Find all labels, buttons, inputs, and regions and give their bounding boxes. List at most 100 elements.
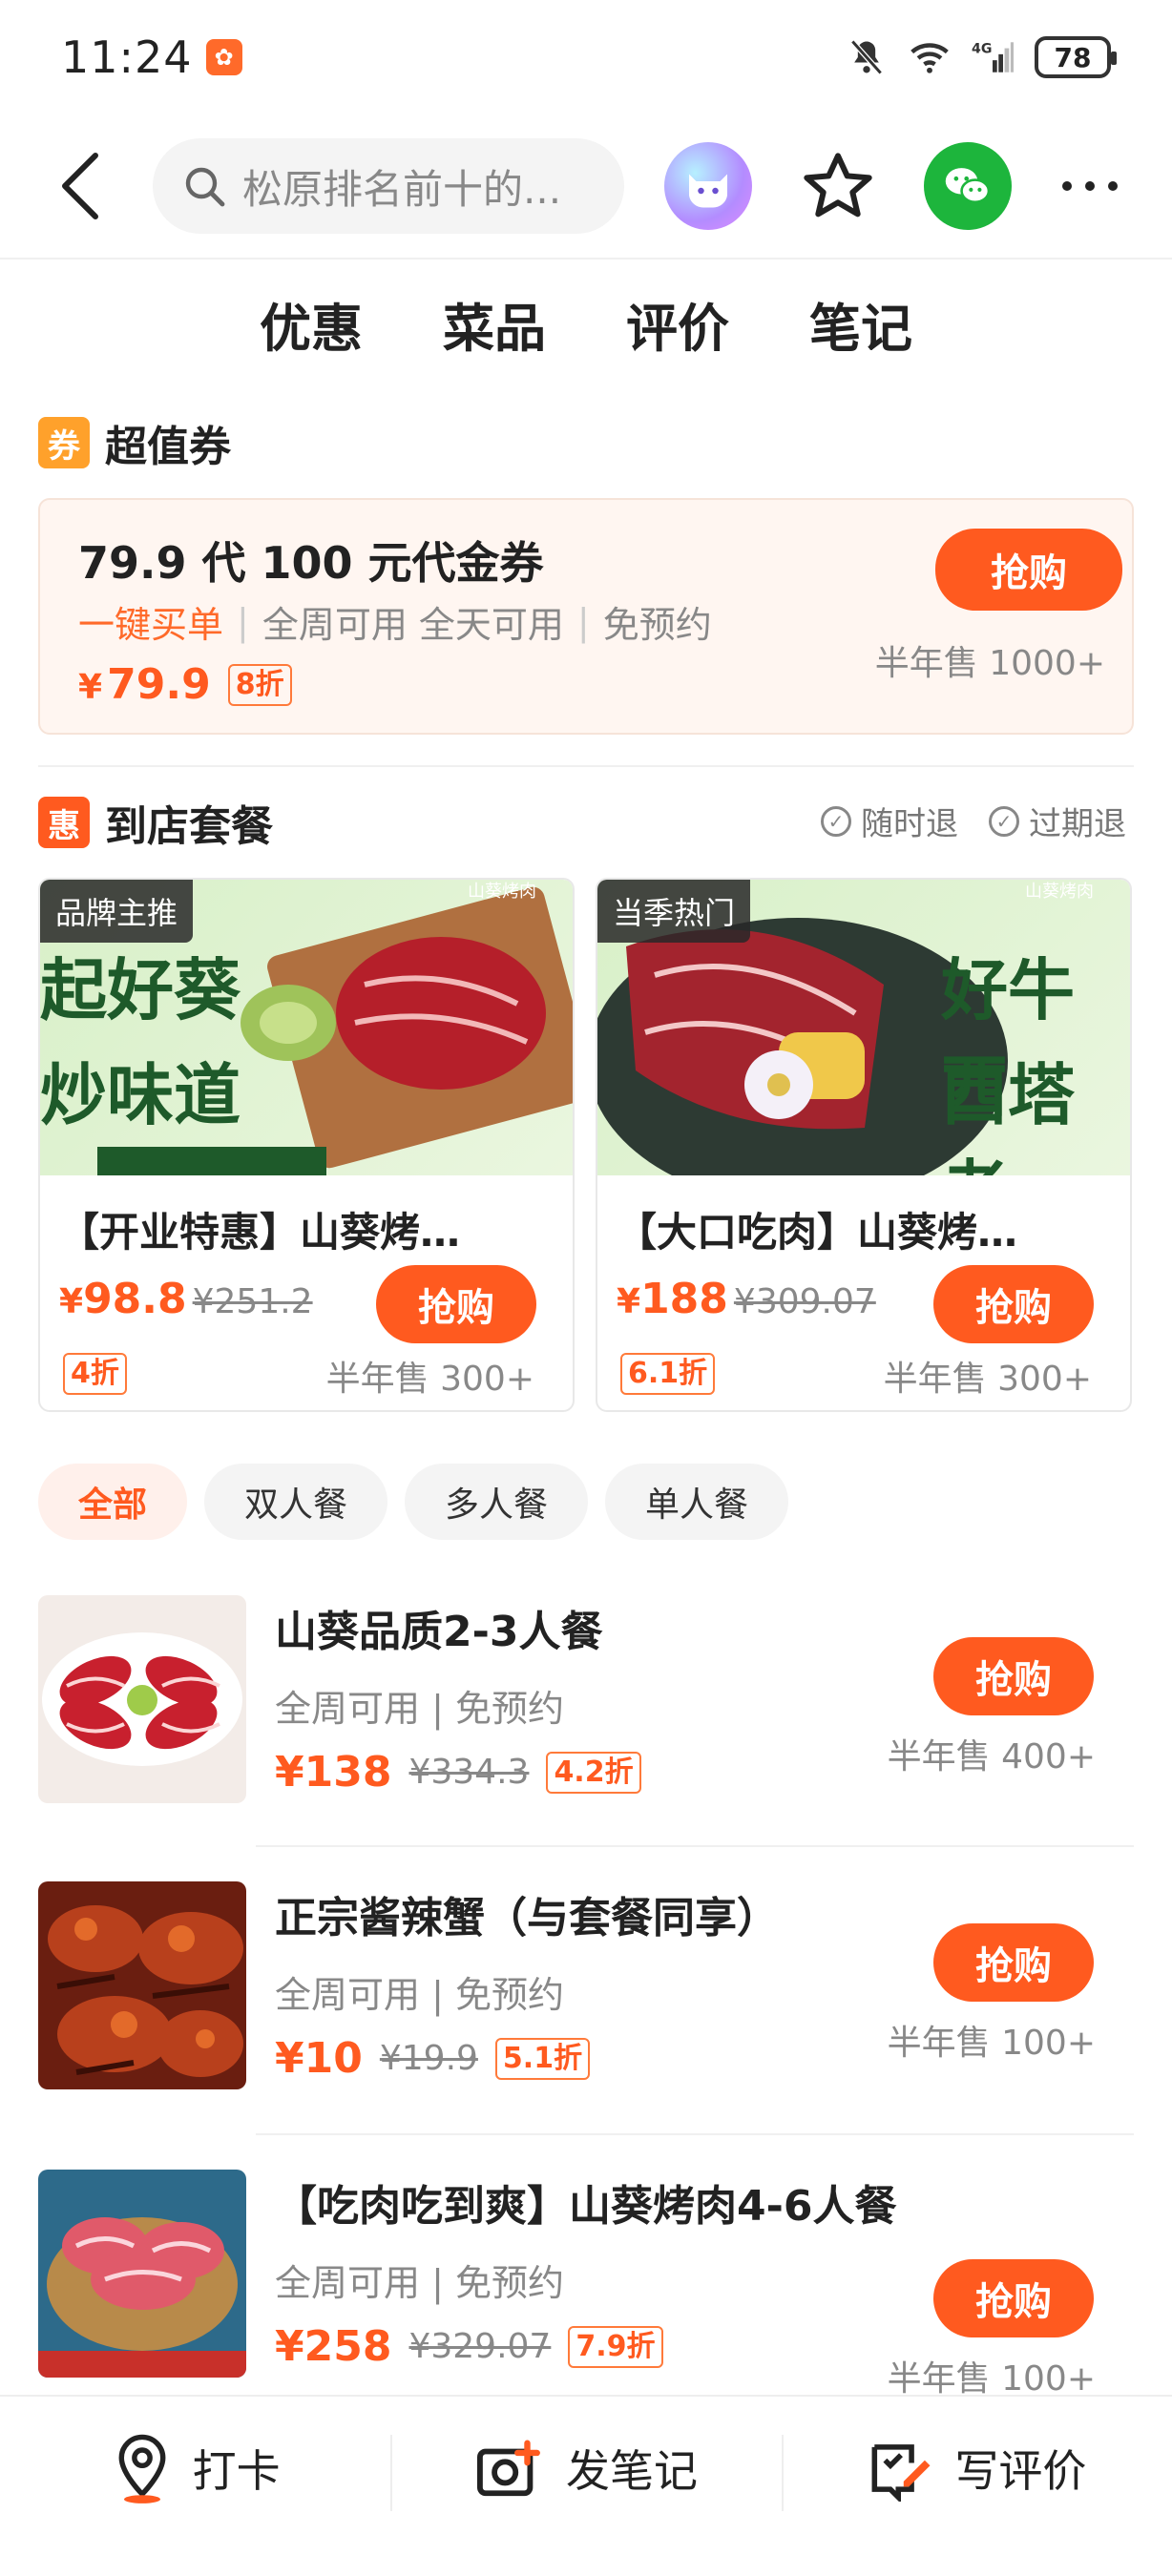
nav-actions: [664, 142, 1120, 230]
package-card[interactable]: 山葵烤肉 好牛西 西塔老 当季热门 【大口吃肉】山葵烤… ¥ 188 ¥309.…: [596, 878, 1132, 1412]
item-buy-button[interactable]: 抢购: [933, 2259, 1094, 2337]
voucher-price-value: 79.9: [107, 660, 211, 709]
tab-notes[interactable]: 笔记: [806, 286, 916, 372]
discount-badge: 6.1折: [620, 1353, 716, 1395]
package-price-value: 98.8: [83, 1275, 187, 1323]
voucher-price: ¥ 79.9 8折: [78, 660, 292, 709]
currency-symbol: ¥: [617, 1282, 641, 1321]
checkin-button[interactable]: 打卡: [0, 2397, 390, 2540]
status-time: 11:24: [61, 31, 193, 83]
item-buy-button[interactable]: 抢购: [933, 1923, 1094, 2002]
original-price: ¥334.3: [408, 1753, 530, 1792]
currency-symbol: ¥: [59, 1282, 84, 1321]
nav-divider: [0, 258, 1172, 260]
package-section-header: 惠 到店套餐: [38, 792, 273, 853]
voucher-card[interactable]: 79.9 代 100 元代金券 一键买单 | 全周可用 全天可用 | 免预约 ¥…: [38, 498, 1134, 735]
section-tabs: 优惠 菜品 评价 笔记: [0, 286, 1172, 372]
cat-mascot-icon: [689, 174, 727, 208]
item-divider: [256, 2133, 1134, 2135]
one-click-pay-tag: 一键买单: [78, 604, 224, 646]
list-item[interactable]: 正宗酱辣蟹（与套餐同享） 全周可用 | 免预约 ¥10 ¥19.9 5.1折 抢…: [38, 1881, 1134, 2091]
item-price-value: ¥138: [275, 1748, 392, 1797]
filter-all[interactable]: 全部: [38, 1464, 188, 1540]
signal-icon: 4G: [972, 41, 1014, 73]
status-icons: 4G 78: [846, 36, 1117, 78]
refund-expired: ✓ 过期退: [989, 798, 1126, 844]
beef-slices-image: [38, 1595, 246, 1803]
mute-bell-icon: [850, 39, 883, 75]
no-reservation-tag: 免预约: [602, 604, 712, 646]
item-availability: 全周可用 | 免预约: [275, 1688, 564, 1730]
search-input[interactable]: 松原排名前十的...: [153, 138, 624, 234]
item-thumbnail: [38, 1595, 246, 1803]
original-price: ¥19.9: [379, 2039, 478, 2078]
item-availability: 全周可用 | 免预约: [275, 1974, 564, 2016]
item-availability: 全周可用 | 免预约: [275, 2262, 564, 2304]
package-name: 【大口吃肉】山葵烤…: [617, 1209, 1018, 1256]
tab-reviews[interactable]: 评价: [622, 286, 733, 372]
image-slogan-2: 西塔老: [941, 1056, 1075, 1175]
post-note-button[interactable]: 发笔记: [390, 2397, 781, 2540]
seasonal-hot-label: 当季热门: [597, 880, 751, 943]
voucher-tag-icon: 券: [38, 417, 90, 468]
package-image: 山葵烤肉 好牛西 西塔老 当季热门: [597, 880, 1130, 1175]
filter-multi-person[interactable]: 多人餐: [405, 1464, 589, 1540]
checkin-label: 打卡: [192, 2445, 281, 2497]
discount-badge: 5.1折: [494, 2037, 591, 2080]
package-price: ¥ 98.8 ¥251.2: [59, 1275, 313, 1323]
filter-two-person[interactable]: 双人餐: [204, 1464, 388, 1540]
discount-badge: 8折: [227, 663, 292, 706]
write-review-label: 写评价: [954, 2445, 1087, 2497]
original-price: ¥251.2: [192, 1282, 313, 1321]
tab-dishes[interactable]: 菜品: [439, 286, 550, 372]
package-filter-chips: 全部 双人餐 多人餐 单人餐: [38, 1464, 789, 1540]
package-name: 【开业特惠】山葵烤…: [59, 1209, 461, 1256]
filter-single-person[interactable]: 单人餐: [605, 1464, 789, 1540]
list-item[interactable]: 山葵品质2-3人餐 全周可用 | 免预约 ¥138 ¥334.3 4.2折 抢购…: [38, 1595, 1134, 1805]
svg-text:山葵烤肉: 山葵烤肉: [1025, 882, 1094, 902]
more-options-icon[interactable]: [1059, 177, 1120, 196]
voucher-title: 79.9 代 100 元代金券: [78, 537, 544, 589]
package-buy-button[interactable]: 抢购: [376, 1265, 536, 1343]
search-placeholder: 松原排名前十的...: [242, 165, 562, 213]
location-pin-icon: [118, 2434, 166, 2503]
item-price: ¥258 ¥329.07 7.9折: [275, 2322, 663, 2371]
original-price: ¥309.07: [733, 1282, 876, 1321]
image-slogan-1: 起好葵: [40, 951, 241, 1029]
item-price: ¥138 ¥334.3 4.2折: [275, 1748, 641, 1797]
package-card[interactable]: 山葵烤肉 起好葵 炒味道 品牌主推 【开业特惠】山葵烤… ¥ 98.8 ¥251…: [38, 878, 575, 1412]
write-review-button[interactable]: 写评价: [781, 2397, 1172, 2540]
item-sold-count: 半年售 100+: [887, 2359, 1096, 2399]
item-price-value: ¥258: [275, 2322, 392, 2371]
camera-plus-icon: [476, 2440, 540, 2497]
search-icon: [185, 167, 225, 207]
price-group: ¥ 79.9: [78, 660, 211, 709]
package-sold-count: 半年售 300+: [325, 1360, 534, 1399]
refund-expired-label: 过期退: [1029, 805, 1126, 843]
back-button[interactable]: [42, 148, 118, 224]
item-sold-count: 半年售 400+: [887, 1737, 1096, 1776]
wifi-icon: [910, 43, 949, 73]
list-item[interactable]: 【吃肉吃到爽】山葵烤肉4-6人餐 全周可用 | 免预约 ¥258 ¥329.07…: [38, 2170, 1134, 2399]
item-price-value: ¥10: [275, 2034, 363, 2083]
tab-offers[interactable]: 优惠: [256, 286, 366, 372]
tag-separator: |: [576, 600, 590, 643]
svg-text:山葵烤肉: 山葵烤肉: [468, 882, 536, 902]
app-notification-icon: ✿: [205, 39, 242, 75]
favorite-star-icon[interactable]: [800, 148, 876, 224]
package-price: ¥ 188 ¥309.07: [617, 1275, 876, 1323]
discount-badge: 4.2折: [546, 1751, 641, 1794]
tag-separator: |: [237, 600, 249, 643]
voucher-section-header: 券 超值券: [38, 412, 231, 473]
item-buy-button[interactable]: 抢购: [933, 1637, 1094, 1715]
item-sold-count: 半年售 100+: [887, 2024, 1096, 2063]
discount-badge: 7.9折: [568, 2325, 663, 2368]
package-buy-button[interactable]: 抢购: [933, 1265, 1094, 1343]
item-title: 山葵品质2-3人餐: [275, 1608, 603, 1656]
edit-review-icon: [871, 2444, 931, 2502]
ai-assistant-button[interactable]: [664, 142, 752, 230]
meat-bucket-image: [38, 2170, 246, 2378]
voucher-buy-button[interactable]: 抢购: [935, 529, 1122, 611]
wechat-share-button[interactable]: [924, 142, 1012, 230]
voucher-tags: 一键买单 | 全周可用 全天可用 | 免预约: [78, 595, 712, 648]
